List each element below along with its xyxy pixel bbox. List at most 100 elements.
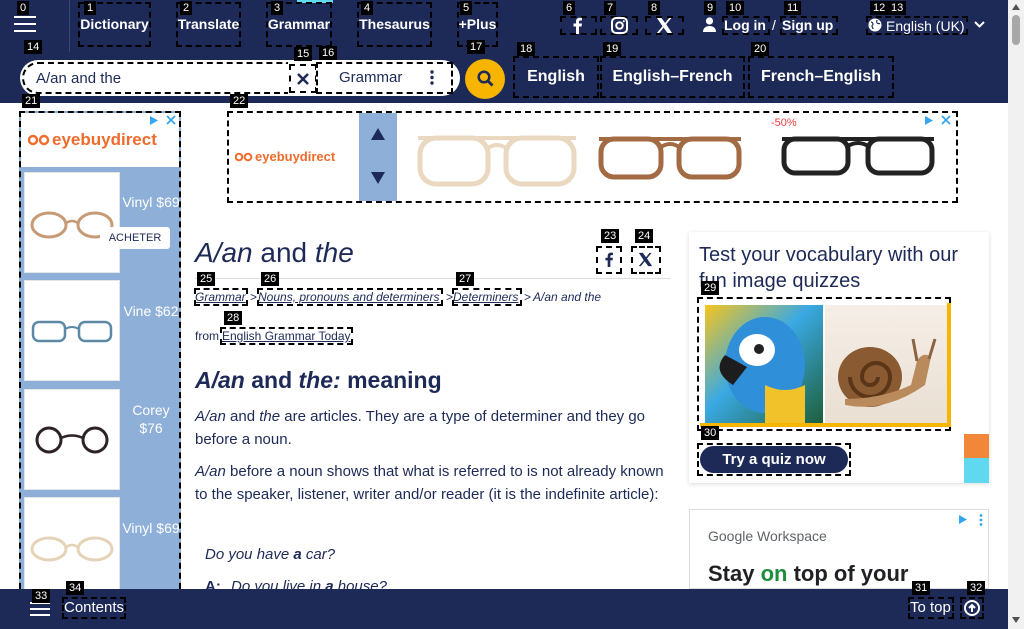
feedback-tab-orange[interactable] [964, 434, 989, 458]
element-tag: 11 [784, 1, 802, 15]
clear-search-button[interactable] [289, 64, 317, 93]
breadcrumb-sep: > [250, 290, 258, 304]
scroll-up-icon[interactable] [1012, 4, 1020, 10]
contents-link[interactable]: Contents [62, 597, 126, 619]
ad-buy-button[interactable]: ACHETER [100, 227, 170, 249]
title-part-mid: and [252, 237, 315, 268]
glasses-image[interactable] [595, 131, 745, 183]
breadcrumb-sep: > [524, 290, 532, 304]
snail-icon [838, 338, 937, 407]
eyebuydirect-logo-icon [28, 134, 50, 146]
glasses-image [30, 536, 114, 562]
signup-link[interactable]: Sign up [780, 16, 838, 35]
scroll-down-icon[interactable] [1012, 617, 1020, 623]
element-tag: 27 [456, 272, 475, 286]
term-aan: A/an [195, 408, 226, 425]
arrow-up-icon[interactable] [371, 128, 385, 140]
element-tag: 25 [197, 272, 216, 286]
carousel-control[interactable] [359, 113, 397, 201]
side-advertisement[interactable]: eyebuydirect Vinyl $69 ACHETER Vine $62 … [19, 111, 181, 629]
workspace-headline: Stay on top of your [708, 560, 908, 588]
title-part-a: A/an [195, 237, 253, 268]
parrot-icon [719, 317, 805, 423]
element-tag: 23 [601, 229, 620, 243]
element-tag: 7 [604, 1, 617, 15]
glasses-image [31, 320, 113, 343]
side-ad-logo: eyebuydirect [28, 130, 178, 151]
side-ad-brand: eyebuydirect [52, 130, 157, 149]
ad-product-label[interactable]: Vinyl $69 [122, 193, 180, 211]
ad-close-icon[interactable] [166, 115, 176, 125]
banner-ad-logo: eyebuydirect [235, 149, 345, 169]
facebook-icon [573, 17, 582, 34]
ad-choices-icon[interactable] [149, 115, 160, 126]
term-aan: A/an [195, 463, 226, 480]
element-tag: 28 [224, 311, 243, 325]
glasses-image[interactable] [412, 128, 582, 188]
instagram-link[interactable] [600, 16, 638, 35]
glasses-image[interactable] [778, 131, 938, 179]
scrollbar-thumb[interactable] [1012, 15, 1020, 45]
section-heading: A/an and the: meaning [195, 366, 442, 394]
search-button[interactable] [465, 59, 505, 99]
source-link[interactable]: English Grammar Today [220, 327, 353, 345]
ad-close-icon[interactable] [941, 115, 951, 125]
dataset-selector[interactable]: Grammar [316, 62, 453, 94]
ad-product-label[interactable]: Vinyl $69 [122, 519, 180, 537]
heading-part-and: and [244, 367, 299, 393]
glasses-image [35, 426, 109, 454]
workspace-brand: Google Workspace [708, 528, 827, 544]
title-part-b: the [314, 237, 354, 268]
snail-image [825, 305, 947, 423]
breadcrumb-determiners[interactable]: Determiners [452, 288, 522, 306]
parrot-image [705, 305, 823, 423]
element-tag: 33 [32, 589, 51, 603]
dots-vertical-icon[interactable] [979, 514, 983, 526]
element-tag: 0 [17, 1, 30, 15]
search-bar: Grammar English English–French French–En… [0, 52, 1008, 103]
banner-advertisement[interactable]: eyebuydirect -50% [227, 111, 958, 203]
facebook-link[interactable] [560, 16, 597, 35]
to-top-link[interactable]: To top [908, 597, 954, 619]
element-tag: 2 [180, 1, 193, 15]
search-input[interactable] [22, 62, 288, 94]
tab-english[interactable]: English [513, 56, 599, 98]
arrow-down-icon[interactable] [371, 172, 385, 184]
workspace-advertisement[interactable]: Google Workspace Stay on top of your [689, 509, 989, 589]
login-link[interactable]: Log in [722, 16, 770, 35]
element-tag: 1 [84, 1, 97, 15]
ad-choices-icon[interactable] [924, 115, 935, 126]
share-facebook-button[interactable] [596, 246, 622, 274]
workspace-headline-highlight: on [760, 561, 788, 586]
quiz-button[interactable]: Try a quiz now [700, 446, 848, 473]
element-tag: 18 [517, 42, 536, 56]
language-selector[interactable]: English (UK) [866, 16, 968, 35]
breadcrumb-nouns[interactable]: Nouns, pronouns and determiners [257, 288, 443, 306]
ad-choices-icon[interactable] [958, 514, 969, 525]
breadcrumb-grammar[interactable]: Grammar [194, 288, 248, 306]
element-tag: 19 [603, 42, 622, 56]
to-top-button[interactable] [960, 597, 984, 619]
term-the: the [259, 408, 281, 425]
ad-product-image[interactable] [24, 389, 120, 490]
ad-product-label[interactable]: Corey $76 [122, 401, 180, 437]
tab-french-english[interactable]: French–English [748, 56, 894, 98]
x-link[interactable] [645, 16, 684, 35]
p2-text: before a noun shows that what is referre… [195, 463, 664, 503]
ad-product-image[interactable] [24, 280, 120, 381]
tab-english-french[interactable]: English–French [600, 56, 745, 98]
quiz-image[interactable] [697, 297, 951, 431]
quiz-button-wrap[interactable]: Try a quiz now [697, 443, 851, 476]
scrollbar[interactable] [1008, 0, 1024, 629]
element-tag: 3 [271, 1, 284, 15]
share-x-button[interactable] [631, 246, 661, 274]
feedback-tab-cyan[interactable] [964, 458, 989, 483]
element-tag: 13 [888, 1, 907, 15]
element-tag: 6 [563, 1, 576, 15]
x-icon [656, 18, 672, 33]
element-tag: 8 [648, 1, 661, 15]
ad-product-image[interactable] [24, 172, 120, 273]
element-tag: 32 [967, 581, 986, 595]
ad-product-label[interactable]: Vine $62 [122, 302, 180, 320]
discount-badge: -50% [771, 117, 797, 129]
